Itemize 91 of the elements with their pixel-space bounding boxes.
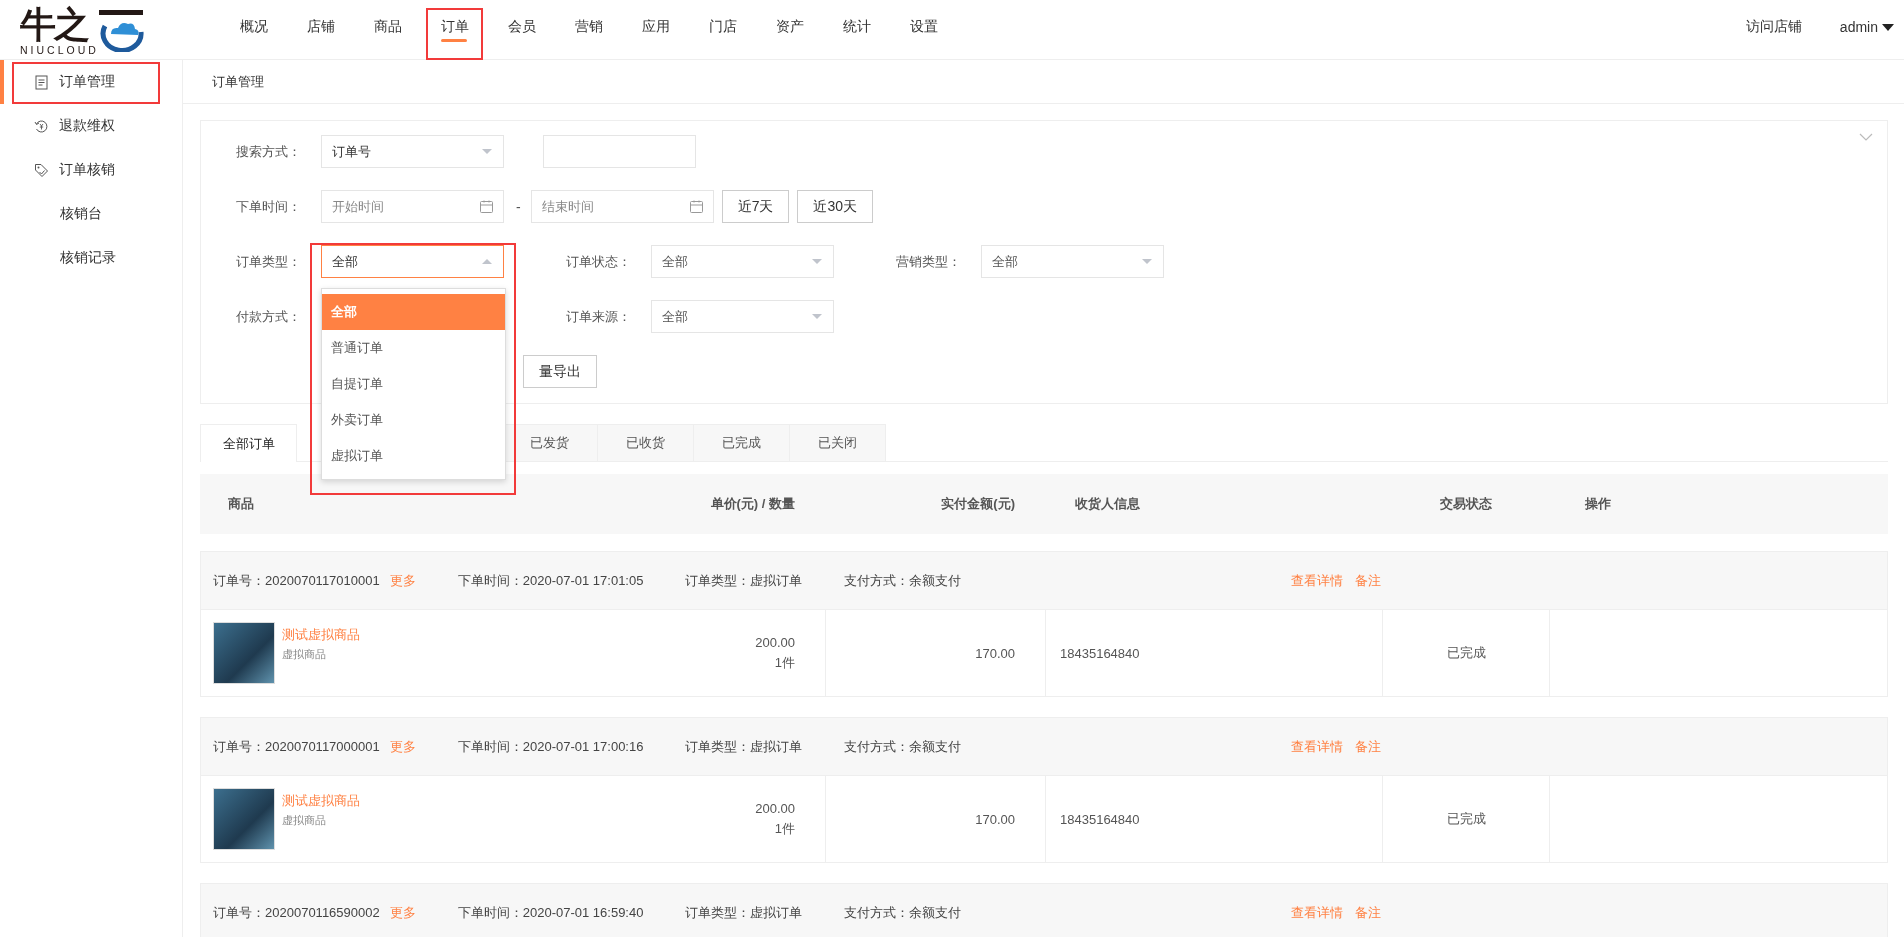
date-field[interactable]: 开始时间 bbox=[321, 190, 504, 223]
range-separator: - bbox=[516, 198, 521, 215]
product-subtitle: 虚拟商品 bbox=[282, 647, 327, 662]
payment-method: 支付方式：余额支付 bbox=[844, 571, 962, 590]
order-type: 订单类型：虚拟订单 bbox=[685, 737, 803, 756]
order-tab[interactable]: 已完成 bbox=[693, 424, 790, 461]
column-header: 收货人信息 bbox=[1074, 495, 1141, 513]
order-type: 订单类型：虚拟订单 bbox=[685, 903, 803, 922]
field-label: 下单时间： bbox=[235, 197, 302, 216]
search-input-field[interactable] bbox=[543, 135, 696, 168]
breadcrumb: 订单管理 bbox=[212, 72, 264, 91]
caret-icon bbox=[811, 258, 823, 265]
field-label: 订单状态： bbox=[565, 252, 632, 271]
order-tab[interactable]: 已收货 bbox=[597, 424, 694, 461]
product-subtitle: 虚拟商品 bbox=[282, 813, 327, 828]
column-header: 交易状态 bbox=[1438, 495, 1493, 513]
sidebar-item[interactable]: 订单核销 bbox=[0, 148, 182, 192]
active-underline bbox=[441, 39, 467, 42]
column-header: 操作 bbox=[1584, 495, 1612, 513]
field-label: 订单类型： bbox=[235, 252, 302, 271]
tag-check-icon bbox=[34, 162, 49, 178]
dropdown-option[interactable]: 普通订单 bbox=[322, 330, 505, 366]
select-field[interactable]: 全部 bbox=[981, 245, 1164, 278]
unit-price: 200.00 bbox=[755, 800, 795, 816]
order-tab[interactable]: 全部订单 bbox=[200, 424, 297, 462]
photo-placeholder bbox=[213, 788, 275, 850]
nav-tab[interactable]: 订单 bbox=[426, 8, 483, 60]
calendar-icon bbox=[689, 200, 703, 213]
quantity: 1件 bbox=[774, 653, 795, 672]
caret-icon bbox=[481, 148, 493, 155]
caret-icon bbox=[1141, 258, 1153, 265]
nav-tab[interactable]: 营销 bbox=[560, 8, 617, 60]
column-header: 实付金额(元) bbox=[940, 495, 1016, 513]
logo-mark: 牛之 bbox=[20, 6, 90, 44]
order-number: 订单号：2020070117010001 bbox=[213, 571, 380, 590]
field-label: 营销类型： bbox=[895, 252, 962, 271]
photo-placeholder bbox=[213, 622, 275, 684]
field-label: 订单来源： bbox=[565, 307, 632, 326]
order-status: 已完成 bbox=[1446, 810, 1486, 828]
recipient-info: 18435164840 bbox=[1060, 811, 1140, 827]
nav-tab[interactable]: 商品 bbox=[359, 8, 416, 60]
paid-amount: 170.00 bbox=[975, 645, 1015, 661]
user-menu[interactable]: admin bbox=[1839, 19, 1878, 35]
column-header: 商品 bbox=[227, 495, 255, 513]
order-type: 订单类型：虚拟订单 bbox=[685, 571, 803, 590]
nav-tab[interactable]: 概况 bbox=[225, 8, 282, 60]
order-status: 已完成 bbox=[1446, 644, 1486, 662]
select-field[interactable]: 全部 bbox=[321, 245, 504, 278]
caret-icon bbox=[811, 313, 823, 320]
nav-tab[interactable]: 会员 bbox=[493, 8, 550, 60]
field-label: 付款方式： bbox=[235, 307, 302, 326]
sidebar-subitem[interactable]: 核销台 bbox=[0, 192, 182, 236]
filter-button[interactable]: 量导出 bbox=[523, 355, 597, 388]
quantity: 1件 bbox=[774, 819, 795, 838]
document-icon bbox=[34, 74, 49, 90]
recipient-info: 18435164840 bbox=[1060, 645, 1140, 661]
order-tab[interactable]: 已关闭 bbox=[789, 424, 886, 461]
filter-button[interactable]: 近30天 bbox=[797, 190, 874, 223]
order-number: 订单号：2020070117000001 bbox=[213, 737, 380, 756]
caret-icon bbox=[1882, 23, 1894, 31]
nav-tab[interactable]: 店铺 bbox=[292, 8, 349, 60]
payment-method: 支付方式：余额支付 bbox=[844, 737, 962, 756]
order-time: 下单时间：2020-07-01 16:59:40 bbox=[457, 903, 644, 922]
refund-icon bbox=[34, 118, 49, 134]
sidebar-item[interactable]: 订单管理 bbox=[0, 60, 182, 104]
nav-tab[interactable]: 设置 bbox=[895, 8, 952, 60]
payment-method: 支付方式：余额支付 bbox=[844, 903, 962, 922]
order-time: 下单时间：2020-07-01 17:01:05 bbox=[457, 571, 644, 590]
visit-store-link[interactable]: 访问店铺 bbox=[1745, 18, 1802, 36]
select-field[interactable]: 全部 bbox=[651, 245, 834, 278]
filter-button[interactable]: 近7天 bbox=[721, 190, 790, 223]
column-header: 单价(元) / 数量 bbox=[709, 495, 796, 513]
order-number: 订单号：2020070116590002 bbox=[213, 903, 380, 922]
nav-tab[interactable]: 应用 bbox=[627, 8, 684, 60]
logo-wordmark: NIUCLOUD bbox=[20, 44, 99, 56]
sidebar-subitem[interactable]: 核销记录 bbox=[0, 236, 182, 280]
order-time: 下单时间：2020-07-01 17:00:16 bbox=[457, 737, 644, 756]
nav-tab[interactable]: 门店 bbox=[694, 8, 751, 60]
caret-icon bbox=[481, 258, 493, 265]
chevron-down-icon[interactable] bbox=[1859, 133, 1873, 142]
calendar-icon bbox=[480, 200, 493, 213]
nav-tab[interactable]: 统计 bbox=[828, 8, 885, 60]
paid-amount: 170.00 bbox=[975, 811, 1015, 827]
sidebar-item[interactable]: 退款维权 bbox=[0, 104, 182, 148]
date-field[interactable]: 结束时间 bbox=[530, 190, 714, 223]
dropdown-option[interactable]: 自提订单 bbox=[322, 366, 505, 402]
select-field[interactable]: 订单号 bbox=[321, 135, 504, 168]
field-label: 搜索方式： bbox=[235, 142, 302, 161]
nav-tab[interactable]: 资产 bbox=[761, 8, 818, 60]
unit-price: 200.00 bbox=[755, 634, 795, 650]
select-field[interactable]: 全部 bbox=[651, 300, 834, 333]
